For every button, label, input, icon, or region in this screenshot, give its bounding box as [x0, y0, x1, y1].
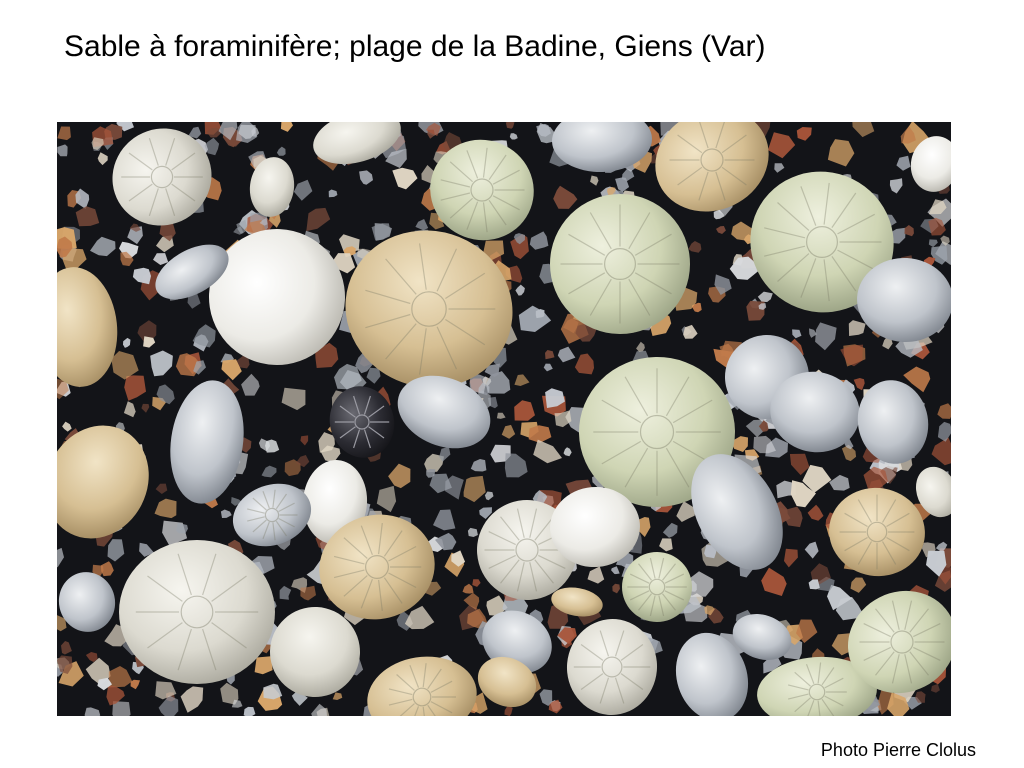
sand-photo-image	[57, 122, 951, 716]
photo-credit: Photo Pierre Clolus	[820, 740, 976, 760]
sand-photo	[57, 122, 951, 716]
slide-title: Sable à foraminifère; plage de la Badine…	[64, 30, 766, 63]
sand-grain	[467, 527, 478, 537]
foraminifera-shell	[119, 540, 275, 684]
